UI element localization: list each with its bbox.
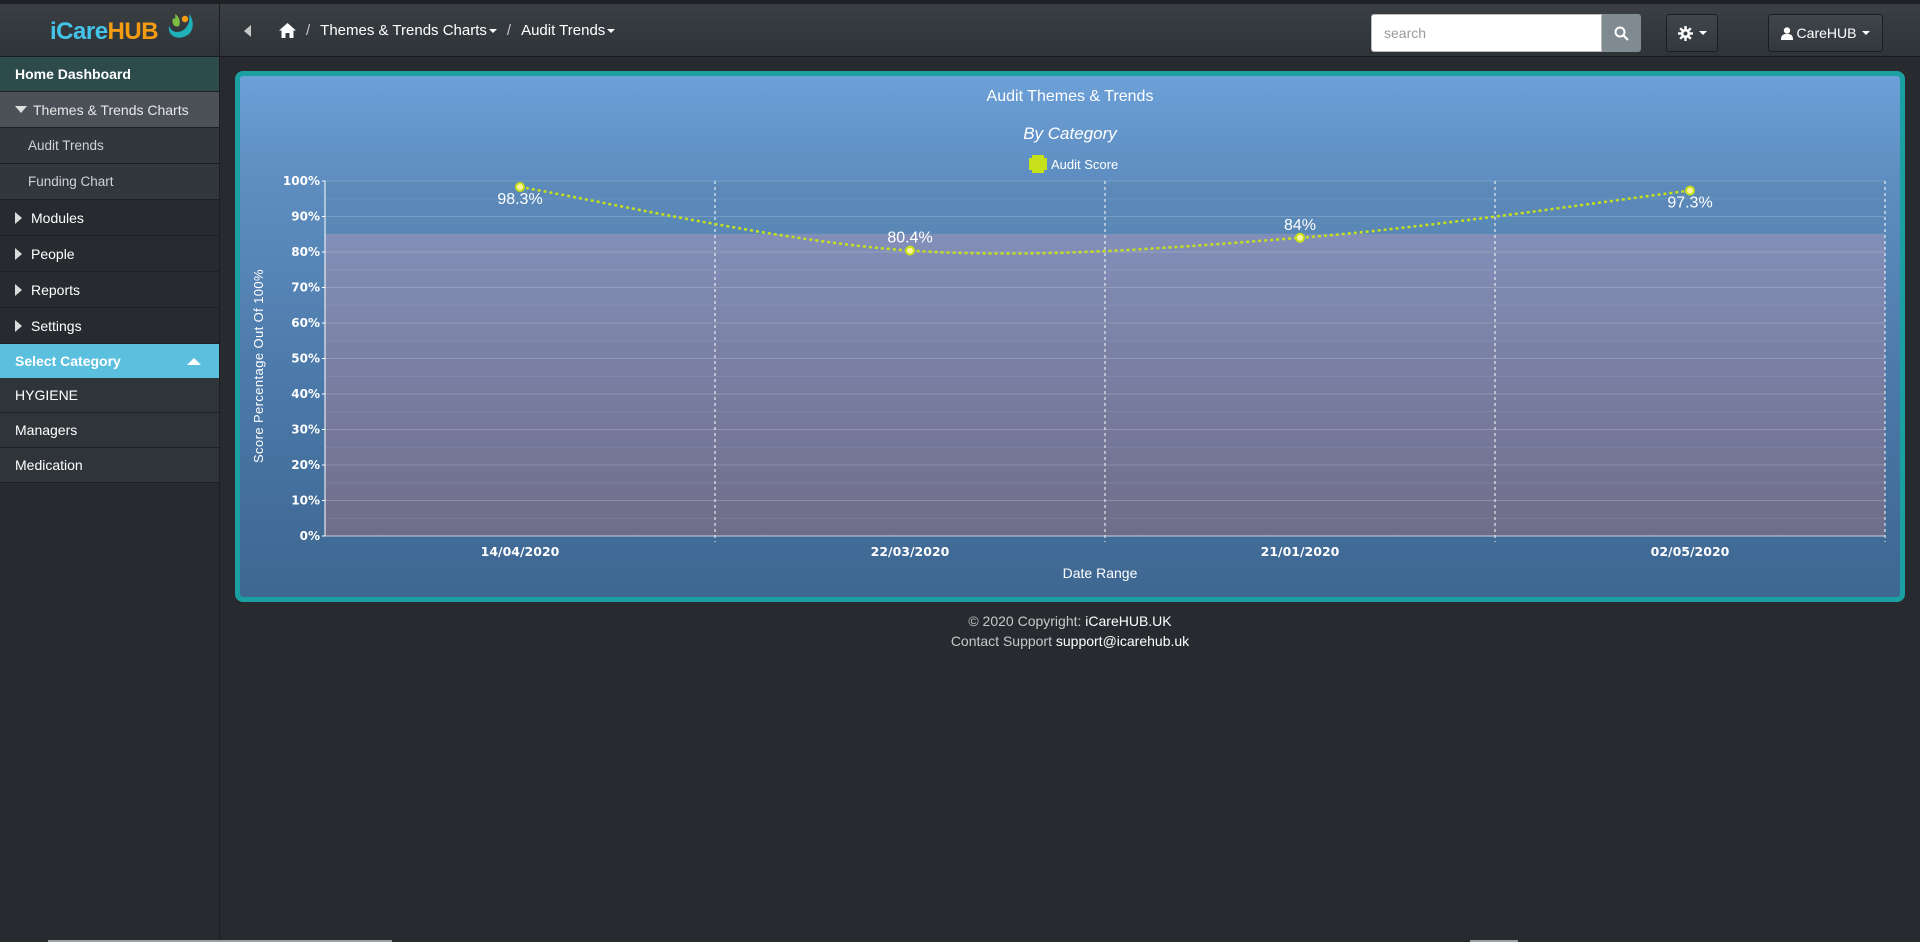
y-tick-label: 10%: [291, 494, 320, 508]
data-point[interactable]: [1685, 185, 1695, 196]
category-item-managers[interactable]: Managers: [0, 413, 219, 448]
home-icon[interactable]: [279, 23, 296, 38]
x-tick-label: 02/05/2020: [1651, 544, 1730, 559]
category-item-hygiene[interactable]: HYGIENE: [0, 378, 219, 413]
sidebar-item-label: Settings: [31, 317, 82, 334]
logo-text: iCareHUB: [50, 18, 159, 45]
search-input[interactable]: [1371, 14, 1602, 52]
sidebar-subitem-funding-chart[interactable]: Funding Chart: [0, 164, 219, 200]
x-tick-label: 22/03/2020: [871, 544, 950, 559]
y-tick-label: 40%: [291, 387, 320, 401]
y-tick-label: 80%: [291, 245, 320, 259]
sidebar-item-label: Themes & Trends Charts: [33, 101, 189, 118]
y-tick-label: 70%: [291, 281, 320, 295]
sidebar-item-label: Home Dashboard: [15, 66, 131, 82]
category-label: HYGIENE: [15, 387, 79, 403]
caret-down-icon: [1862, 31, 1871, 35]
category-label: Medication: [15, 457, 83, 473]
sidebar-item-label: Audit Trends: [28, 138, 104, 153]
data-point[interactable]: [515, 182, 525, 193]
triangle-right-icon: [15, 211, 22, 224]
x-tick-label: 14/04/2020: [481, 544, 560, 559]
settings-dropdown-button[interactable]: [1666, 14, 1718, 52]
select-category-label: Select Category: [15, 353, 121, 369]
y-tick-label: 0%: [300, 529, 320, 543]
footer-copyright: © 2020 Copyright: iCareHUB.UK: [220, 613, 1920, 629]
select-category-header[interactable]: Select Category: [0, 344, 219, 378]
y-tick-label: 50%: [291, 352, 320, 366]
breadcrumb-separator: /: [306, 22, 311, 39]
data-label: 97.3%: [1667, 195, 1712, 212]
y-tick-label: 90%: [291, 210, 320, 224]
app-logo[interactable]: iCareHUB: [50, 12, 220, 48]
y-axis-title: Score Percentage Out Of 100%: [251, 269, 266, 463]
breadcrumb: / Themes & Trends Charts / Audit Trends: [279, 22, 616, 39]
sidebar-item-label: Modules: [31, 209, 84, 226]
chart-subtitle: By Category: [1023, 124, 1118, 143]
data-label: 98.3%: [497, 191, 542, 208]
collapse-sidebar-icon[interactable]: [240, 23, 254, 39]
chart-legend[interactable]: Audit Score: [1029, 155, 1118, 173]
caret-down-icon: [607, 29, 616, 34]
triangle-down-icon: [15, 106, 27, 113]
sidebar-subitem-audit-trends[interactable]: Audit Trends: [0, 128, 219, 164]
user-icon: [1780, 26, 1793, 40]
support-email-link[interactable]: support@icarehub.uk: [1056, 633, 1189, 649]
breadcrumb-separator: /: [506, 22, 512, 39]
sidebar-item-label: People: [31, 245, 75, 262]
triangle-right-icon: [15, 319, 22, 332]
y-tick-label: 60%: [291, 316, 320, 330]
chart-panel: Audit Themes & Trends By Category Audit …: [235, 71, 1905, 602]
caret-down-icon: [1698, 31, 1707, 35]
copyright-link[interactable]: iCareHUB.UK: [1085, 613, 1171, 629]
support-text: Contact Support: [950, 633, 1056, 649]
legend-label: Audit Score: [1051, 157, 1118, 172]
search-button[interactable]: [1602, 14, 1641, 52]
category-item-medication[interactable]: Medication: [0, 448, 219, 483]
y-tick-label: 20%: [291, 458, 320, 472]
triangle-up-icon: [187, 357, 201, 365]
sidebar-item-settings[interactable]: Settings: [0, 308, 219, 344]
sidebar-item-reports[interactable]: Reports: [0, 272, 219, 308]
legend-marker-icon: [1029, 155, 1047, 173]
caret-down-icon: [488, 29, 497, 34]
sidebar-item-home-dashboard[interactable]: Home Dashboard: [0, 57, 219, 92]
y-tick-label: 100%: [283, 174, 320, 188]
sidebar-divider: [219, 0, 220, 942]
breadcrumb-audit-trends-dropdown[interactable]: Audit Trends: [521, 22, 616, 39]
data-point[interactable]: [905, 245, 915, 256]
user-name: CareHUB: [1796, 25, 1857, 41]
triangle-right-icon: [15, 283, 22, 296]
top-navbar: iCareHUB / Themes & Trends Charts / Audi…: [0, 0, 1920, 57]
sidebar-item-modules[interactable]: Modules: [0, 200, 219, 236]
user-menu-button[interactable]: CareHUB: [1768, 14, 1883, 52]
sidebar: Home Dashboard Themes & Trends Charts Au…: [0, 57, 219, 942]
sidebar-item-people[interactable]: People: [0, 236, 219, 272]
x-tick-label: 21/01/2020: [1261, 544, 1340, 559]
x-axis-title: Date Range: [1063, 565, 1138, 581]
data-label: 80.4%: [887, 230, 932, 247]
sidebar-item-label: Reports: [31, 281, 81, 298]
gear-icon: [1677, 25, 1693, 41]
copyright-text: © 2020 Copyright:: [968, 613, 1086, 629]
logo-leaf-icon: [168, 14, 193, 38]
y-tick-label: 30%: [291, 423, 320, 437]
data-label: 84%: [1284, 217, 1316, 234]
breadcrumb-themes-dropdown[interactable]: Themes & Trends Charts: [320, 22, 497, 39]
sidebar-item-themes-trends[interactable]: Themes & Trends Charts: [0, 92, 219, 128]
search-icon: [1614, 26, 1629, 41]
data-point[interactable]: [1295, 232, 1305, 243]
category-label: Managers: [15, 422, 78, 438]
chart-title: Audit Themes & Trends: [987, 88, 1154, 105]
audit-trends-chart: Audit Themes & Trends By Category Audit …: [251, 88, 1886, 581]
sidebar-item-label: Funding Chart: [28, 174, 114, 189]
triangle-right-icon: [15, 247, 22, 260]
footer-support: Contact Support support@icarehub.uk: [220, 633, 1920, 649]
